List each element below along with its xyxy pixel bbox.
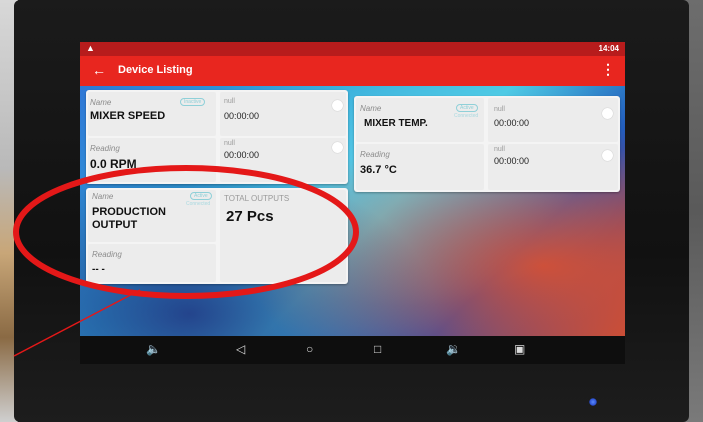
indicator-dot xyxy=(332,100,343,111)
warning-icon: ▲ xyxy=(86,43,95,53)
name-label: Name xyxy=(90,98,112,107)
timer-label: null xyxy=(224,140,235,147)
reading-label: Reading xyxy=(90,144,120,153)
timer-value: 00:00:00 xyxy=(224,111,260,121)
timer-value: 00:00:00 xyxy=(494,156,530,166)
page-title: Device Listing xyxy=(118,64,193,76)
recents-icon[interactable]: □ xyxy=(374,342,381,356)
device-name: MIXER SPEED xyxy=(90,110,166,122)
more-vert-icon[interactable]: ⋮ xyxy=(601,61,615,78)
device-reading: -- - xyxy=(92,264,105,275)
status-badge: Inactive xyxy=(180,98,206,106)
device-card-production-output[interactable]: Name Active Connected PRODUCTION OUTPUT … xyxy=(86,188,348,284)
device-total-cell xyxy=(220,190,346,282)
device-timer-cell xyxy=(488,144,618,190)
navigation-bar: 🔈 ◁ ○ □ 🔉 ▣ xyxy=(80,336,625,364)
app-bar: ← Device Listing ⋮ xyxy=(80,56,625,86)
name-label: Name xyxy=(360,104,382,113)
screenshot-icon[interactable]: ▣ xyxy=(514,342,525,356)
indicator-dot xyxy=(332,142,343,153)
device-timer-cell xyxy=(220,138,346,182)
tablet-screen: ▲ 14:04 ← Device Listing ⋮ Name Inactive… xyxy=(80,42,625,362)
device-name: MIXER TEMP. xyxy=(364,118,428,129)
device-reading: 0.0 RPM xyxy=(90,157,137,171)
name-label: Name xyxy=(92,192,114,201)
timer-value: 00:00:00 xyxy=(494,118,530,128)
total-outputs-value: 27 Pcs xyxy=(226,208,274,225)
timer-label: null xyxy=(494,106,505,113)
volume-down-icon[interactable]: 🔈 xyxy=(146,342,161,356)
home-icon[interactable]: ○ xyxy=(306,342,313,356)
status-badge: Active xyxy=(456,104,478,112)
reading-label: Reading xyxy=(92,250,122,259)
arrow-left-icon[interactable]: ← xyxy=(92,62,106,78)
device-card-mixer-speed[interactable]: Name Inactive MIXER SPEED Reading 0.0 RP… xyxy=(86,90,348,184)
power-led xyxy=(589,398,597,406)
volume-up-icon[interactable]: 🔉 xyxy=(446,342,461,356)
status-badge: Active xyxy=(190,192,212,200)
device-card-mixer-temp[interactable]: Name Active Connected MIXER TEMP. Readin… xyxy=(354,96,620,192)
connection-status: Connected xyxy=(454,113,479,119)
timer-label: null xyxy=(494,146,505,153)
device-reading: 36.7 °C xyxy=(360,164,397,176)
timer-label: null xyxy=(224,98,235,105)
indicator-dot xyxy=(602,150,613,161)
total-outputs-label: TOTAL OUTPUTS xyxy=(224,194,290,203)
status-time: 14:04 xyxy=(598,44,619,53)
reading-label: Reading xyxy=(360,150,390,159)
back-icon[interactable]: ◁ xyxy=(236,342,245,356)
device-name: PRODUCTION OUTPUT xyxy=(92,206,166,231)
connection-status: Connected xyxy=(186,201,211,207)
timer-value: 00:00:00 xyxy=(224,150,260,160)
status-bar: ▲ 14:04 xyxy=(80,42,625,56)
indicator-dot xyxy=(602,108,613,119)
